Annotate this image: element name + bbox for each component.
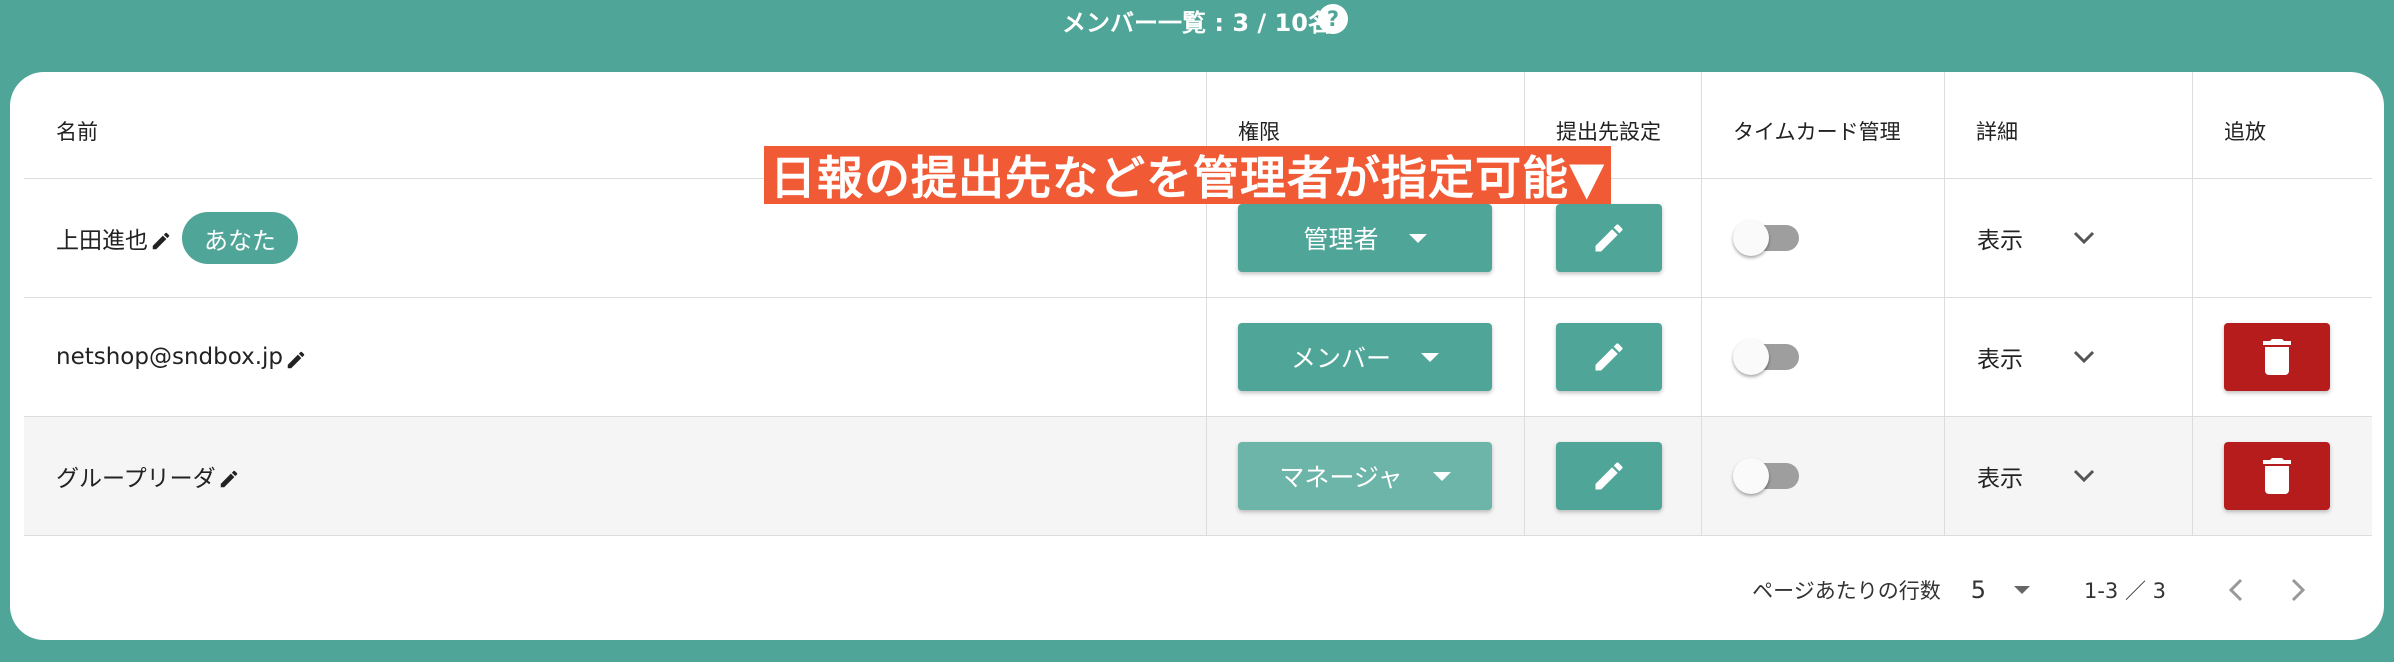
page-range-text: 1-3 ／ 3 bbox=[2083, 579, 2166, 603]
callout-annotation: 日報の提出先などを管理者が指定可能▼ bbox=[764, 146, 1612, 205]
edit-submit-to-button[interactable] bbox=[1556, 323, 1662, 391]
table-row: netshop@sndbox.jp メンバー 表示 bbox=[24, 298, 2372, 417]
rows-per-page-label: ページあたりの行数 bbox=[1752, 579, 1941, 603]
page-header: メンバー一覧 : 3 / 10名 bbox=[0, 0, 2394, 40]
remove-member-button[interactable] bbox=[2224, 442, 2330, 510]
edit-submit-to-button[interactable] bbox=[1556, 442, 1662, 510]
detail-expand-button[interactable]: 表示 bbox=[1945, 459, 2095, 493]
detail-expand-button[interactable]: 表示 bbox=[1945, 221, 2095, 255]
caret-down-icon bbox=[1408, 233, 1427, 243]
caret-down-icon bbox=[1432, 471, 1451, 481]
caret-down-icon bbox=[2013, 586, 2030, 594]
role-label: マネージャ bbox=[1279, 463, 1403, 492]
pencil-icon bbox=[1595, 462, 1623, 490]
column-header-timecard: タイムカード管理 bbox=[1702, 72, 1945, 178]
member-count-title: メンバー一覧 : 3 / 10名 bbox=[1062, 8, 1332, 37]
timecard-toggle[interactable] bbox=[1733, 458, 1799, 494]
remove-member-button[interactable] bbox=[2224, 323, 2330, 391]
rows-per-page-select[interactable]: 5 bbox=[1971, 576, 2030, 604]
timecard-toggle[interactable] bbox=[1733, 220, 1799, 256]
chevron-down-icon bbox=[2073, 350, 2095, 364]
pencil-icon[interactable] bbox=[150, 230, 172, 252]
chevron-right-icon bbox=[2291, 578, 2305, 602]
role-label: 管理者 bbox=[1303, 225, 1379, 254]
pencil-icon bbox=[1595, 224, 1623, 252]
pencil-icon[interactable] bbox=[285, 349, 307, 371]
edit-submit-to-button[interactable] bbox=[1556, 204, 1662, 272]
column-header-detail: 詳細 bbox=[1945, 72, 2193, 178]
help-icon[interactable]: ? bbox=[1318, 4, 1348, 34]
caret-down-icon bbox=[1421, 352, 1439, 362]
trash-icon bbox=[2263, 458, 2291, 494]
timecard-toggle[interactable] bbox=[1733, 339, 1799, 375]
role-dropdown-button[interactable]: メンバー bbox=[1238, 323, 1492, 391]
member-name: netshop@sndbox.jp bbox=[56, 344, 284, 370]
column-header-remove: 追放 bbox=[2224, 120, 2266, 144]
table-row: グループリーダ マネージャ 表示 bbox=[24, 417, 2372, 536]
chevron-left-icon bbox=[2229, 578, 2243, 602]
member-name: 上田進也 bbox=[56, 228, 148, 254]
pagination: ページあたりの行数 5 1-3 ／ 3 bbox=[10, 540, 2384, 640]
member-name: グループリーダ bbox=[56, 466, 216, 492]
detail-label: 表示 bbox=[1977, 466, 2023, 492]
rows-per-page-value: 5 bbox=[1970, 576, 1986, 604]
detail-expand-button[interactable]: 表示 bbox=[1945, 340, 2095, 374]
role-dropdown-button[interactable]: マネージャ bbox=[1238, 442, 1492, 510]
detail-label: 表示 bbox=[1977, 228, 2023, 254]
pencil-icon[interactable] bbox=[218, 468, 240, 490]
role-dropdown-button[interactable]: 管理者 bbox=[1238, 204, 1492, 272]
chevron-down-icon bbox=[2073, 231, 2095, 245]
detail-label: 表示 bbox=[1977, 347, 2023, 373]
chevron-down-icon bbox=[2073, 469, 2095, 483]
trash-icon bbox=[2263, 339, 2291, 375]
pencil-icon bbox=[1595, 343, 1623, 371]
next-page-button[interactable] bbox=[2278, 570, 2318, 610]
role-label: メンバー bbox=[1290, 344, 1391, 373]
you-badge: あなた bbox=[182, 212, 298, 264]
prev-page-button[interactable] bbox=[2216, 570, 2256, 610]
